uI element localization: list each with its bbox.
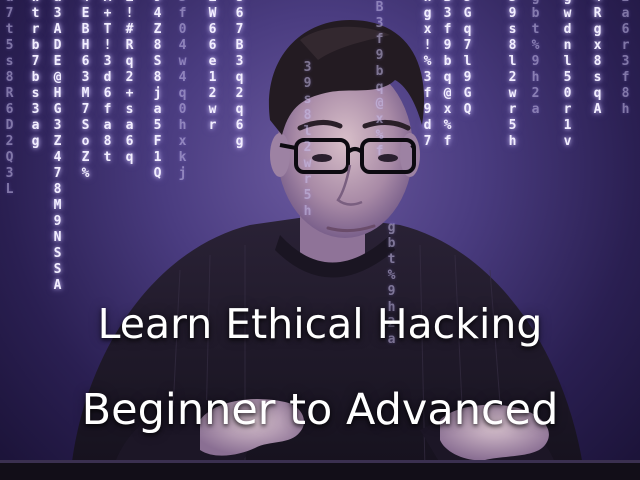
course-title: Learn Ethical Hacking	[97, 300, 543, 348]
code-rain-column: 39s8l2wr5h	[300, 60, 315, 220]
code-rain-column: B3f9bq@x%f	[372, 0, 387, 160]
hacking-course-banner: a7t5s8R6D2Q3L wtrb7bs3ag a3ADE@HG3Z478M9…	[0, 0, 640, 480]
keyboard	[0, 462, 640, 480]
course-subtitle: Beginner to Advanced	[81, 385, 559, 435]
